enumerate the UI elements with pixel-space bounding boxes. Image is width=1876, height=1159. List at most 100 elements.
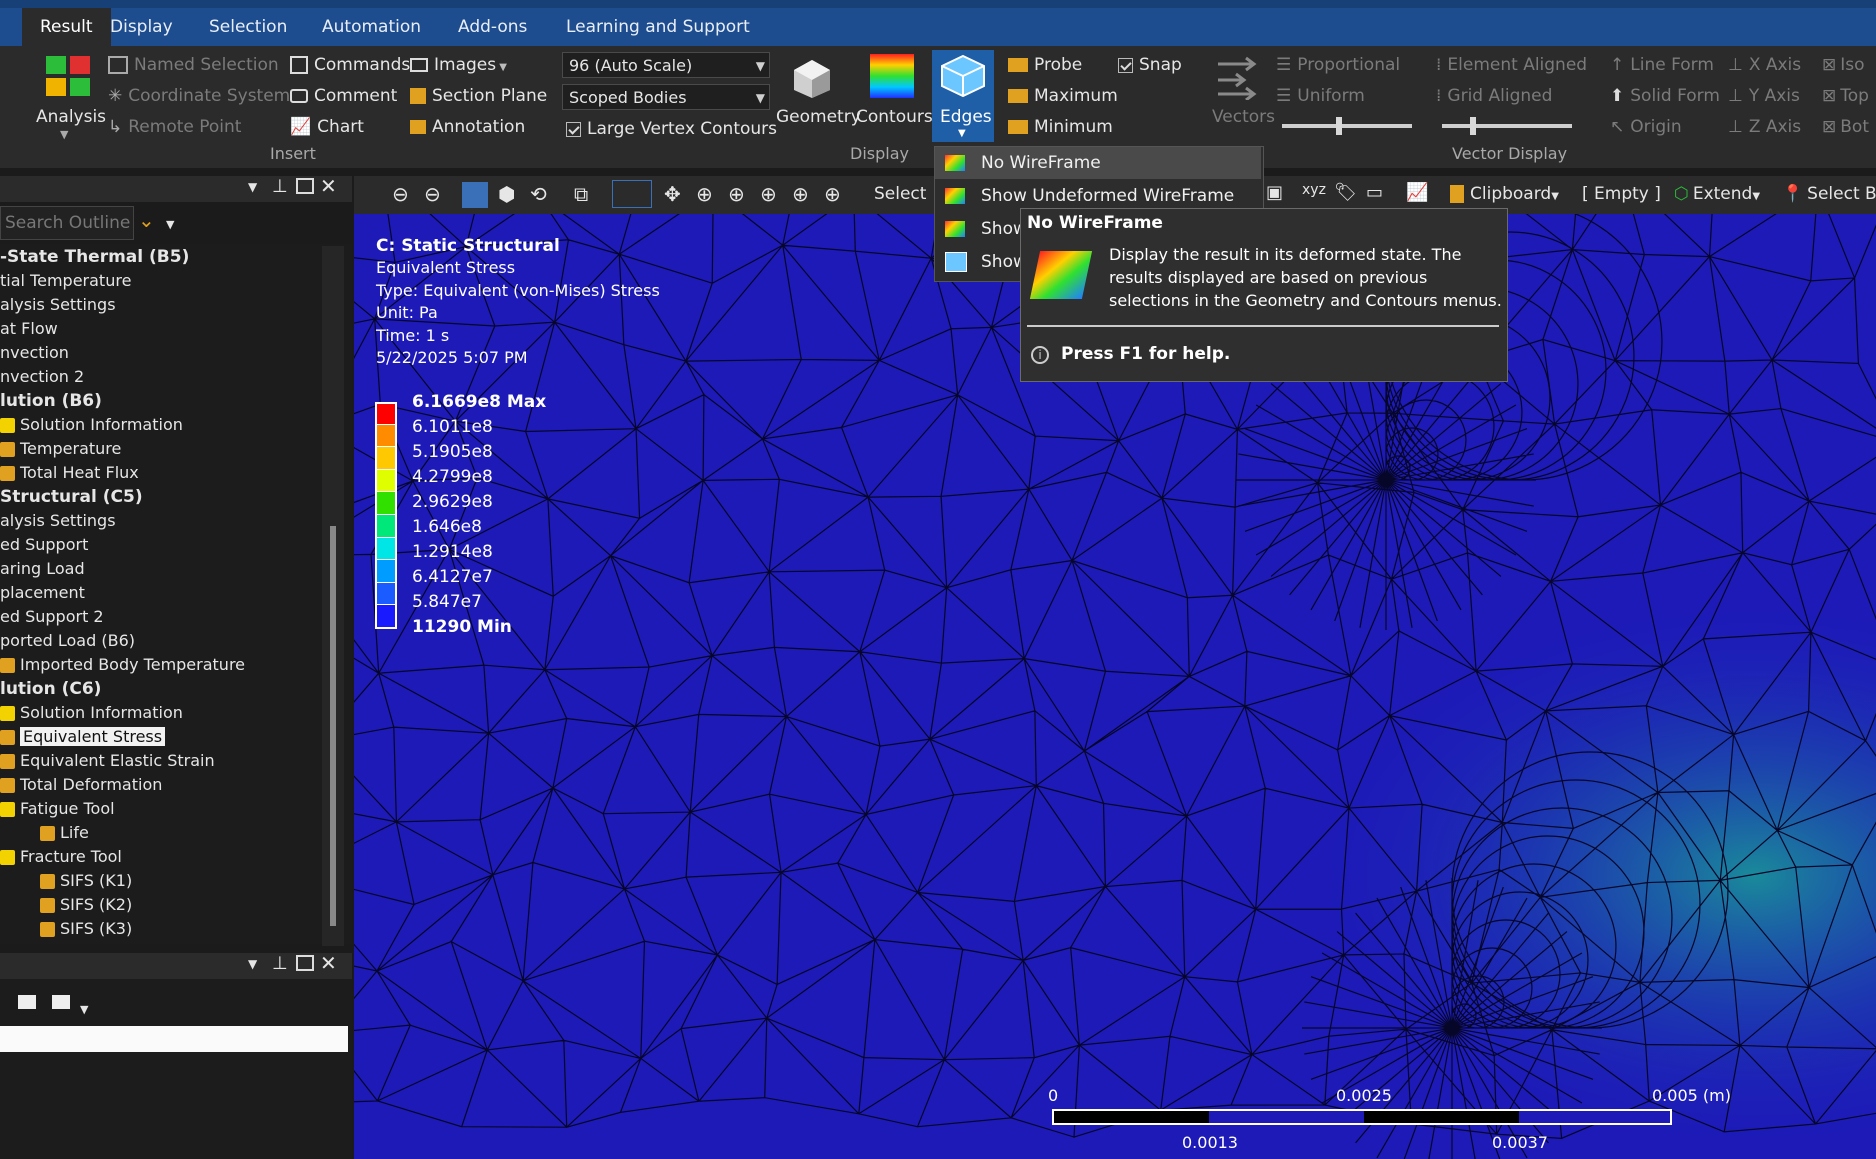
filter-dropdown-icon[interactable]: ▼ bbox=[166, 218, 174, 231]
named-selection-button[interactable]: Named Selection bbox=[108, 55, 279, 75]
slider-thumb[interactable] bbox=[1470, 117, 1476, 135]
top-button[interactable]: ⊠ Top bbox=[1822, 86, 1869, 106]
large-vertex-contours-checkbox[interactable]: Large Vertex Contours bbox=[566, 119, 777, 139]
tree-item[interactable]: SIFS (K2) bbox=[40, 894, 132, 916]
tree-item[interactable]: ported Load (B6) bbox=[0, 630, 135, 652]
tree-item[interactable]: SIFS (K3) bbox=[40, 918, 132, 940]
tab-learning-and-support[interactable]: Learning and Support bbox=[548, 8, 768, 46]
z-axis-button[interactable]: ⊥ Z Axis bbox=[1728, 117, 1801, 137]
tree-item[interactable]: tial Temperature bbox=[0, 270, 131, 292]
contours-icon[interactable] bbox=[870, 54, 914, 98]
section-plane-button[interactable]: Section Plane bbox=[410, 86, 547, 106]
filter-chevron-icon[interactable]: ⌄ bbox=[138, 208, 155, 232]
chevron-down-icon[interactable]: ▼ bbox=[248, 957, 257, 971]
pan-icon[interactable]: ✥ bbox=[664, 182, 681, 206]
tree-item[interactable]: alysis Settings bbox=[0, 294, 116, 316]
scale-select[interactable]: 96 (Auto Scale) ▼ bbox=[562, 52, 770, 78]
close-icon[interactable]: ✕ bbox=[320, 951, 337, 975]
tab-add-ons[interactable]: Add-ons bbox=[440, 8, 545, 46]
zoom-fit-icon[interactable]: ⊖ bbox=[392, 182, 409, 206]
tree-item[interactable]: alysis Settings bbox=[0, 510, 116, 532]
maximum-button[interactable]: Maximum bbox=[1008, 86, 1118, 106]
extend-button[interactable]: ⬡ Extend▼ bbox=[1674, 184, 1760, 204]
zoom-in-icon[interactable]: ⊕ bbox=[728, 182, 745, 206]
vector-length-slider[interactable] bbox=[1282, 117, 1412, 135]
zoom-out-icon[interactable]: ⊖ bbox=[424, 182, 441, 206]
zoom-box-icon[interactable]: ⊕ bbox=[760, 182, 777, 206]
tree-item[interactable]: Solution Information bbox=[0, 414, 183, 436]
clipboard-button[interactable]: Clipboard▼ bbox=[1450, 184, 1559, 204]
iso-button[interactable]: ⊠ Iso bbox=[1822, 55, 1865, 75]
chevron-down-icon[interactable]: ▼ bbox=[80, 1003, 88, 1016]
tree-item[interactable]: Equivalent Elastic Strain bbox=[0, 750, 215, 772]
tree-item[interactable]: ed Support bbox=[0, 534, 88, 556]
chevron-down-icon[interactable]: ▼ bbox=[248, 180, 257, 194]
rotate-mode-icon[interactable] bbox=[612, 180, 652, 208]
tree-item[interactable]: aring Load bbox=[0, 558, 85, 580]
tree-item[interactable]: placement bbox=[0, 582, 85, 604]
tab-automation[interactable]: Automation bbox=[304, 8, 439, 46]
scope-select[interactable]: Scoped Bodies ▼ bbox=[562, 84, 770, 110]
tree-item[interactable]: Solution Information bbox=[0, 702, 183, 724]
y-axis-button[interactable]: ⊥ Y Axis bbox=[1728, 86, 1800, 106]
rotate-icon[interactable]: ⟲ bbox=[530, 182, 547, 206]
remote-point-button[interactable]: ↳ Remote Point bbox=[108, 117, 241, 137]
outline-scrollbar[interactable] bbox=[322, 246, 344, 946]
tree-item[interactable]: Equivalent Stress bbox=[0, 726, 166, 748]
xyz-icon[interactable]: xyz bbox=[1302, 182, 1326, 198]
cube-icon[interactable] bbox=[18, 995, 36, 1009]
pin-icon[interactable]: ⊥ bbox=[272, 176, 288, 197]
tree-item[interactable]: lution (C6) bbox=[0, 678, 101, 700]
tree-item[interactable]: nvection bbox=[0, 342, 69, 364]
tree-item[interactable]: lution (B6) bbox=[0, 390, 102, 412]
element-aligned-button[interactable]: ⁞ Element Aligned bbox=[1436, 55, 1587, 75]
tree-item[interactable]: at Flow bbox=[0, 318, 58, 340]
maximize-icon[interactable] bbox=[296, 178, 314, 194]
geometry-button[interactable]: Geometry bbox=[776, 107, 861, 127]
tree-item[interactable]: Structural (C5) bbox=[0, 486, 143, 508]
probe-button[interactable]: Probe bbox=[1008, 55, 1082, 75]
zoom-all-icon[interactable]: ⊕ bbox=[792, 182, 809, 206]
edges-button[interactable]: Edges ▼ bbox=[932, 50, 994, 142]
tree-item[interactable]: Imported Body Temperature bbox=[0, 654, 245, 676]
close-icon[interactable]: ✕ bbox=[320, 174, 337, 198]
line-form-button[interactable]: ↑ Line Form bbox=[1610, 55, 1714, 75]
pin-icon[interactable]: ⊥ bbox=[272, 953, 288, 974]
grid-aligned-button[interactable]: ⁞ Grid Aligned bbox=[1436, 86, 1552, 106]
comment-button[interactable]: Comment bbox=[290, 86, 397, 106]
tab-display[interactable]: Display bbox=[92, 8, 191, 46]
minimum-button[interactable]: Minimum bbox=[1008, 117, 1113, 137]
search-outline-input[interactable]: Search Outline bbox=[0, 206, 134, 240]
details-input[interactable] bbox=[0, 1026, 348, 1052]
origin-button[interactable]: ↖ Origin bbox=[1610, 117, 1682, 137]
geometry-icon[interactable] bbox=[790, 56, 834, 104]
vectors-icon[interactable] bbox=[1214, 56, 1260, 104]
chart-icon[interactable]: 📈 bbox=[1406, 182, 1428, 203]
contours-button[interactable]: Contours bbox=[856, 107, 933, 127]
tab-selection[interactable]: Selection bbox=[191, 8, 305, 46]
zoom-prev-icon[interactable]: ⊕ bbox=[824, 182, 841, 206]
slider-thumb[interactable] bbox=[1336, 117, 1342, 135]
tree-item[interactable]: SIFS (K1) bbox=[40, 870, 132, 892]
graphics-toolbar-icon[interactable]: ▣ bbox=[1266, 182, 1283, 203]
select-by-button[interactable]: 📍Select By bbox=[1782, 184, 1876, 204]
tree-item[interactable]: Fracture Tool bbox=[0, 846, 122, 868]
zoom-icon[interactable]: ⊕ bbox=[696, 182, 713, 206]
images-button[interactable]: Images ▼ bbox=[410, 55, 507, 75]
tree-item[interactable]: Total Deformation bbox=[0, 774, 162, 796]
maximize-icon[interactable] bbox=[296, 955, 314, 971]
tree-item[interactable]: Fatigue Tool bbox=[0, 798, 115, 820]
box-select-icon[interactable]: ⧉ bbox=[574, 182, 588, 206]
cube-icon[interactable] bbox=[52, 995, 70, 1009]
tree-item[interactable]: Total Heat Flux bbox=[0, 462, 139, 484]
analysis-icon[interactable] bbox=[44, 54, 94, 100]
coordinate-system-button[interactable]: ✳ Coordinate System bbox=[108, 86, 290, 106]
select-mode-icon[interactable] bbox=[462, 182, 488, 208]
tree-item[interactable]: Temperature bbox=[0, 438, 121, 460]
analysis-dropdown-icon[interactable]: ▼ bbox=[60, 128, 68, 141]
analysis-button[interactable]: Analysis bbox=[36, 107, 106, 127]
annotation-button[interactable]: Annotation bbox=[410, 117, 525, 137]
tree-item[interactable]: -State Thermal (B5) bbox=[0, 246, 189, 268]
chart-button[interactable]: 📈 Chart bbox=[290, 117, 364, 137]
uniform-button[interactable]: ☰ Uniform bbox=[1276, 86, 1365, 106]
